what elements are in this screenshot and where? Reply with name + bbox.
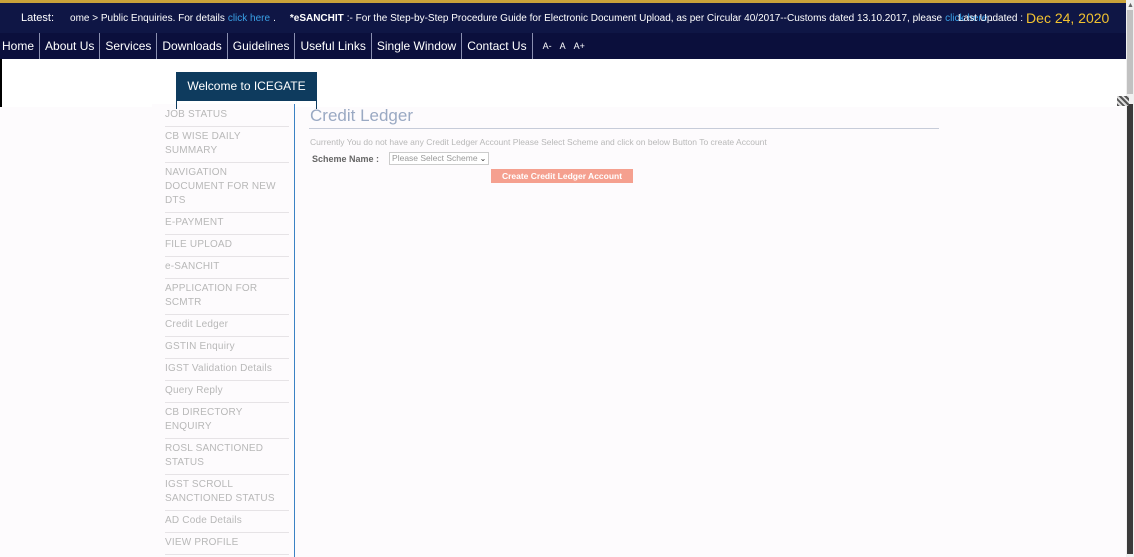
sidebar-item-application-scmtr[interactable]: APPLICATION FOR SCMTR: [165, 279, 289, 315]
vertical-scrollbar[interactable]: ▲: [1126, 0, 1134, 557]
last-updated-date: Dec 24, 2020: [1026, 10, 1110, 26]
sidebar-item-igst-scroll[interactable]: IGST SCROLL SANCTIONED STATUS: [165, 475, 289, 511]
font-increase-button[interactable]: A+: [574, 41, 585, 51]
ticker-esanchit: *eSANCHIT: [289, 12, 344, 24]
main-content: Credit Ledger Currently You do not have …: [309, 104, 939, 183]
sidebar-item-file-upload[interactable]: FILE UPLOAD: [165, 235, 289, 257]
sidebar-item-e-payment[interactable]: E-PAYMENT: [165, 213, 289, 235]
latest-label: Latest:: [21, 12, 55, 24]
sidebar-item-navigation-document[interactable]: NAVIGATION DOCUMENT FOR NEW DTS: [165, 163, 289, 213]
sidebar-item-cb-directory[interactable]: CB DIRECTORY ENQUIRY: [165, 403, 289, 439]
sidebar-item-credit-ledger[interactable]: Credit Ledger: [165, 315, 289, 337]
scheme-row: Scheme Name : Please Select Scheme ⌄: [312, 152, 939, 165]
scrollbar-thumb[interactable]: [1127, 104, 1133, 554]
nav-about-us[interactable]: About Us: [40, 33, 101, 59]
nav-downloads[interactable]: Downloads: [157, 33, 228, 59]
sidebar-item-rosl-sanctioned[interactable]: ROSL SANCTIONED STATUS: [165, 439, 289, 475]
nav-home[interactable]: Home: [0, 33, 41, 59]
info-message: Currently You do not have any Credit Led…: [310, 137, 767, 147]
font-decrease-button[interactable]: A-: [543, 41, 552, 51]
chevron-down-icon: ⌄: [479, 154, 487, 163]
news-ticker: Latest: ome > Public Enquiries. For deta…: [0, 0, 1126, 33]
ticker-segment-1: ome > Public Enquiries. For details: [70, 12, 225, 24]
last-updated: Last Updated : Dec 24, 2020: [958, 3, 1109, 33]
last-updated-label: Last Updated :: [958, 12, 1024, 24]
sidebar-item-view-profile[interactable]: VIEW PROFILE: [165, 533, 289, 555]
sidebar-item-job-status[interactable]: JOB STATUS: [165, 105, 289, 127]
sidebar-menu: JOB STATUS CB WISE DAILY SUMMARY NAVIGAT…: [152, 104, 295, 557]
nav-useful-links[interactable]: Useful Links: [295, 33, 372, 59]
scrollbar-track-upper: [1127, 10, 1133, 94]
sidebar-item-gstin-enquiry[interactable]: GSTIN Enquiry: [165, 337, 289, 359]
sidebar-item-e-sanchit[interactable]: e-SANCHIT: [165, 257, 289, 279]
page-title: Credit Ledger: [309, 104, 939, 129]
nav-services[interactable]: Services: [100, 33, 158, 59]
sidebar-item-igst-validation[interactable]: IGST Validation Details: [165, 359, 289, 381]
arrow-up-icon[interactable]: ▲: [1127, 2, 1134, 9]
ticker-segment-2: :- For the Step-by-Step Procedure Guide …: [346, 12, 943, 24]
nav-guidelines[interactable]: Guidelines: [228, 33, 296, 59]
nav-contact-us[interactable]: Contact Us: [462, 33, 533, 59]
resize-grip: [1117, 96, 1129, 106]
sidebar-item-query-reply[interactable]: Query Reply: [165, 381, 289, 403]
nav-single-window[interactable]: Single Window: [372, 33, 463, 59]
font-size-controls: A- A A+: [543, 41, 585, 51]
ticker-link-1[interactable]: click here: [228, 13, 270, 24]
welcome-tail-left: [176, 101, 177, 109]
main-nav: Home About Us Services Downloads Guideli…: [0, 33, 1126, 59]
ticker-marquee: ome > Public Enquiries. For details clic…: [70, 13, 993, 24]
sidebar-item-cb-wise-daily-summary[interactable]: CB WISE DAILY SUMMARY: [165, 127, 289, 163]
sidebar-item-ad-code[interactable]: AD Code Details: [165, 511, 289, 533]
welcome-banner: Welcome to ICEGATE: [176, 72, 317, 101]
scheme-label: Scheme Name :: [312, 153, 380, 164]
create-credit-ledger-button[interactable]: Create Credit Ledger Account: [491, 169, 633, 183]
ticker-sep-1: .: [273, 12, 276, 24]
header-spacer: [0, 59, 1126, 107]
scheme-select[interactable]: Please Select Scheme ⌄: [389, 152, 490, 165]
scheme-select-value: Please Select Scheme: [392, 153, 478, 163]
font-normal-button[interactable]: A: [560, 41, 566, 51]
